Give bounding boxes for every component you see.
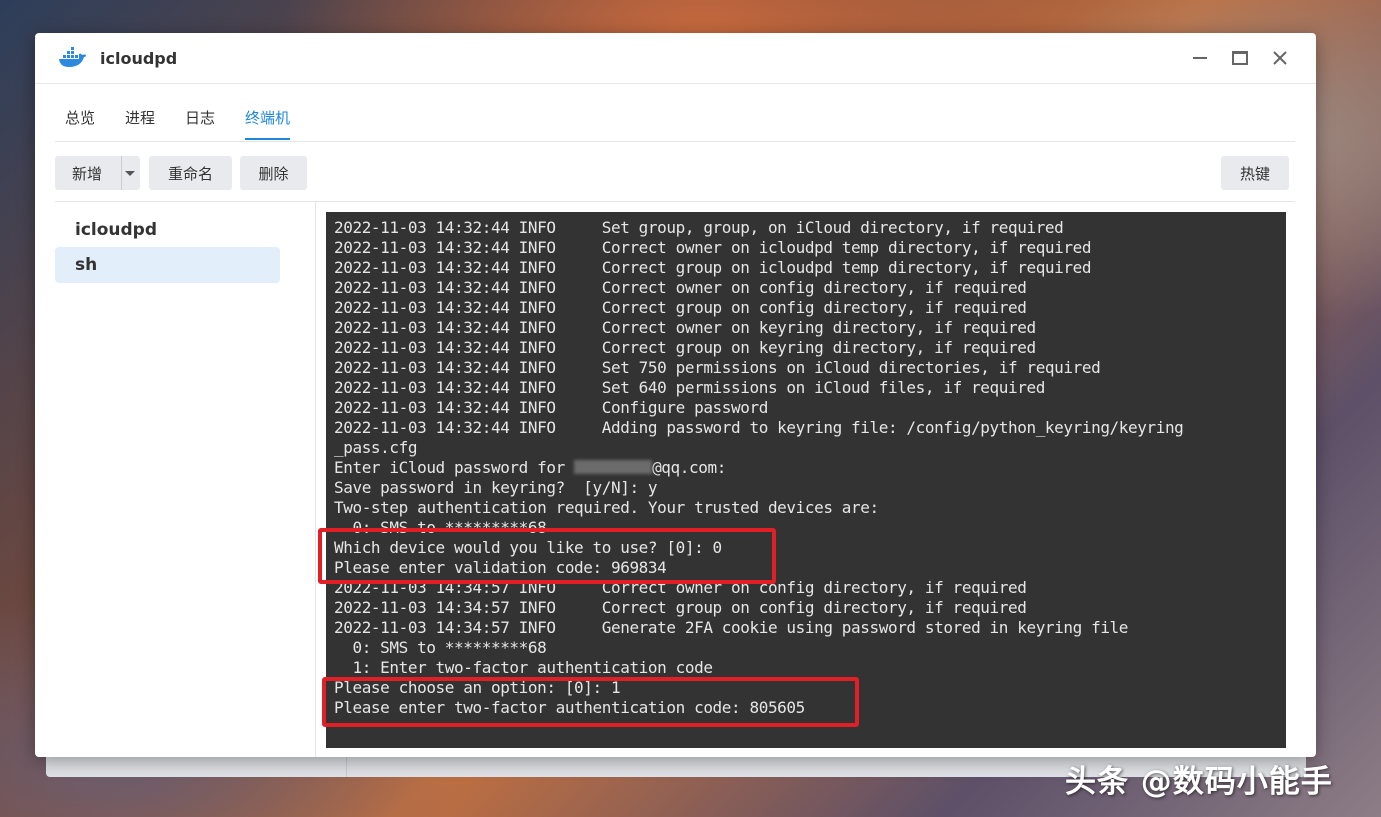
maximize-button[interactable] xyxy=(1227,45,1253,71)
terminal-line: 2022-11-03 14:32:44 INFO Set 750 permiss… xyxy=(334,358,1101,377)
title-bar: icloudpd xyxy=(35,33,1316,84)
tab-bar: 总览 进程 日志 终端机 xyxy=(55,97,1295,142)
terminal-line: 2022-11-03 14:32:44 INFO Set group, grou… xyxy=(334,218,1064,237)
tab-overview[interactable]: 总览 xyxy=(65,107,95,128)
divider xyxy=(121,156,122,190)
terminal-line: 2022-11-03 14:34:57 INFO Generate 2FA co… xyxy=(334,618,1129,637)
terminal-line: 2022-11-03 14:32:44 INFO Correct group o… xyxy=(334,338,1036,357)
tab-processes[interactable]: 进程 xyxy=(125,107,155,128)
prompt-text: Enter iCloud password for xyxy=(334,458,575,477)
terminal-console[interactable]: 2022-11-03 14:32:44 INFO Set group, grou… xyxy=(326,212,1286,748)
terminal-output: 2022-11-03 14:32:44 INFO Set group, grou… xyxy=(334,218,1274,718)
divider xyxy=(346,755,347,777)
toolbar: 新增 重命名 删除 热键 xyxy=(55,156,1295,192)
watermark: 头条 @数码小能手 xyxy=(1065,764,1333,800)
highlight-box-validation xyxy=(318,528,776,584)
add-button-group: 新增 xyxy=(55,156,140,190)
terminal-line: 2022-11-03 14:32:44 INFO Adding password… xyxy=(334,418,1184,437)
add-button[interactable]: 新增 xyxy=(72,163,102,184)
redacted-email xyxy=(574,460,653,474)
terminal-line: 2022-11-03 14:32:44 INFO Configure passw… xyxy=(334,398,768,417)
session-sidebar: icloudpd sh xyxy=(35,202,316,757)
terminal-line: 2022-11-03 14:32:44 INFO Correct owner o… xyxy=(334,238,1092,257)
terminal-line: _pass.cfg xyxy=(334,438,418,457)
terminal-line: 2022-11-03 14:34:57 INFO Correct group o… xyxy=(334,598,1027,617)
terminal-line: 0: SMS to *********68 xyxy=(334,638,547,657)
terminal-line: 2022-11-03 14:32:44 INFO Correct owner o… xyxy=(334,278,1027,297)
window-title: icloudpd xyxy=(100,49,178,68)
tab-terminal[interactable]: 终端机 xyxy=(245,107,291,140)
highlight-box-2fa xyxy=(322,677,859,727)
minimize-icon xyxy=(1193,57,1207,59)
hotkey-button[interactable]: 热键 xyxy=(1221,156,1289,190)
rename-button[interactable]: 重命名 xyxy=(149,156,232,190)
close-icon xyxy=(1273,51,1287,65)
email-suffix: @qq.com: xyxy=(652,458,726,477)
terminal-line-password-prompt: Enter iCloud password for @qq.com: xyxy=(334,458,1274,478)
terminal-line: 2022-11-03 14:32:44 INFO Correct group o… xyxy=(334,258,1092,277)
sidebar-item-sh[interactable]: sh xyxy=(55,247,280,283)
tab-logs[interactable]: 日志 xyxy=(185,107,215,128)
terminal-line: 1: Enter two-factor authentication code xyxy=(334,658,713,677)
docker-whale-icon xyxy=(59,47,86,67)
terminal-line: 2022-11-03 14:32:44 INFO Correct owner o… xyxy=(334,318,1036,337)
sidebar-item-icloudpd[interactable]: icloudpd xyxy=(55,212,280,248)
chevron-down-icon[interactable] xyxy=(125,171,135,176)
maximize-icon xyxy=(1232,51,1248,65)
terminal-line: 2022-11-03 14:32:44 INFO Set 640 permiss… xyxy=(334,378,1045,397)
terminal-line: 2022-11-03 14:32:44 INFO Correct group o… xyxy=(334,298,1027,317)
app-window: icloudpd 总览 进程 日志 终端机 新增 重命名 删除 热键 iclou… xyxy=(35,33,1316,757)
terminal-line: Save password in keyring? [y/N]: y xyxy=(334,478,658,497)
terminal-line: Two-step authentication required. Your t… xyxy=(334,498,879,517)
close-button[interactable] xyxy=(1267,45,1293,71)
minimize-button[interactable] xyxy=(1187,45,1213,71)
delete-button[interactable]: 删除 xyxy=(240,156,307,190)
